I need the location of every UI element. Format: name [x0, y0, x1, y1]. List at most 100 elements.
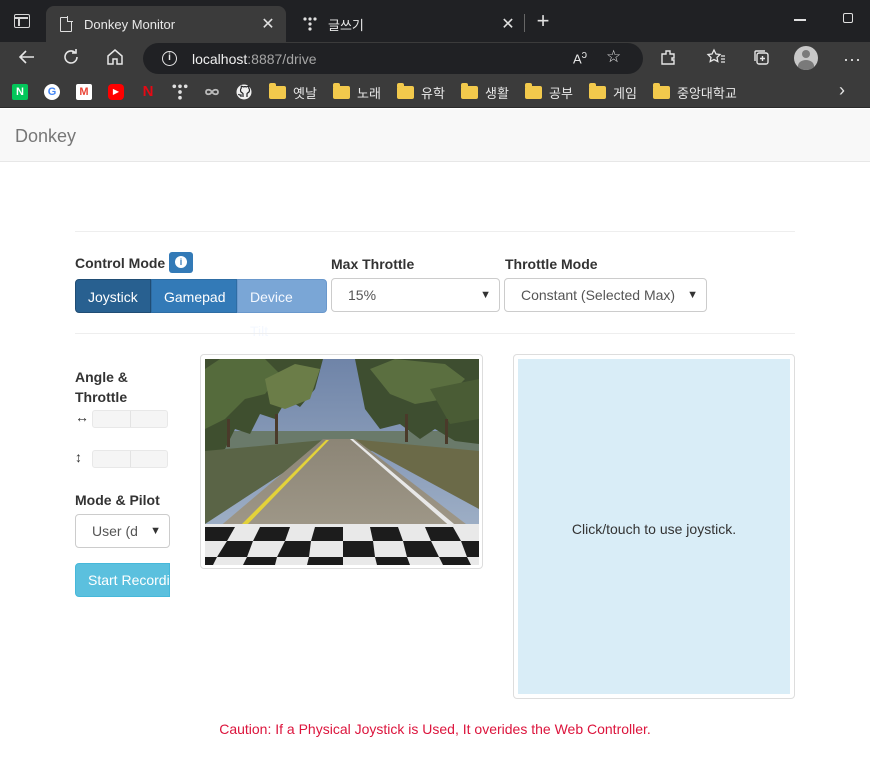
bookmark-folder-chungang[interactable]: 중앙대학교: [653, 82, 737, 101]
bookmarks-bar: N G M ▶ N 옛날 노래 유학 생활 공부 게임 중앙대학교 ›: [0, 76, 870, 108]
folder-icon: [333, 82, 350, 99]
max-throttle-label: Max Throttle: [331, 256, 415, 272]
document-icon: [58, 16, 74, 32]
tab-donkey-monitor[interactable]: Donkey Monitor ✕: [46, 6, 286, 42]
max-throttle-select[interactable]: 15% ▼: [331, 278, 500, 312]
bookmark-label: 생활: [485, 85, 509, 101]
back-icon[interactable]: [15, 48, 39, 70]
mode-pilot-select[interactable]: User (d ▼: [75, 514, 170, 548]
folder-icon: [589, 82, 606, 99]
folder-icon: [397, 82, 414, 99]
minimize-icon[interactable]: [794, 19, 806, 21]
refresh-icon[interactable]: [59, 48, 83, 70]
chevron-down-icon: ▼: [687, 289, 698, 301]
bookmark-folder-game[interactable]: 게임: [589, 82, 637, 101]
more-icon[interactable]: ···: [840, 48, 864, 70]
add-favorite-icon[interactable]: ☆: [606, 47, 621, 67]
max-throttle-value: 15%: [348, 287, 377, 303]
read-aloud-icon[interactable]: Aↄ: [573, 49, 587, 66]
collections-icon[interactable]: [749, 48, 773, 70]
bookmark-label: 중앙대학교: [677, 85, 737, 101]
address-bar: i localhost:8887/drive Aↄ ☆ ···: [0, 42, 870, 76]
site-info-icon[interactable]: i: [162, 51, 177, 66]
tistory-icon: [302, 16, 318, 32]
joystick-prompt: Click/touch to use joystick.: [571, 521, 737, 537]
divider: [75, 333, 795, 334]
throttle-progress: [92, 450, 168, 468]
bookmark-label: 옛날: [293, 85, 317, 101]
bookmark-tistory[interactable]: [172, 83, 188, 101]
bookmark-google[interactable]: G: [44, 83, 60, 101]
url-text: localhost:8887/drive: [192, 51, 317, 67]
folder-icon: [653, 82, 670, 99]
close-icon[interactable]: ✕: [496, 14, 520, 34]
bookmark-infinity[interactable]: [203, 83, 221, 101]
vertical-arrows-icon: ↕: [75, 449, 82, 465]
camera-feed-image: [205, 359, 479, 565]
throttle-mode-value: Constant (Selected Max): [521, 287, 676, 303]
bookmark-github[interactable]: [236, 83, 252, 101]
tistory-icon: [172, 84, 188, 100]
gamepad-mode-button[interactable]: Gamepad: [151, 279, 237, 313]
control-mode-group: Joystick Gamepad Device Tilt: [75, 279, 327, 339]
bookmark-folder-life[interactable]: 생활: [461, 82, 509, 101]
naver-icon: N: [12, 84, 28, 100]
horizontal-arrows-icon: ↔: [75, 409, 89, 425]
tab-separator: [524, 14, 525, 32]
device-tilt-mode-button[interactable]: Device Tilt: [237, 279, 327, 339]
window-controls: [780, 0, 870, 42]
bookmark-label: 게임: [613, 85, 637, 101]
infinity-icon: [205, 88, 219, 96]
bookmark-netflix[interactable]: N: [140, 83, 156, 101]
gmail-icon: M: [76, 84, 92, 100]
tab-title: 글쓰기: [328, 17, 364, 33]
angle-progress: [92, 410, 168, 428]
extensions-icon[interactable]: [656, 48, 680, 70]
bookmark-naver[interactable]: N: [12, 83, 28, 101]
control-mode-info-button[interactable]: i: [169, 252, 193, 273]
folder-icon: [525, 82, 542, 99]
start-recording-button[interactable]: Start Recording: [75, 563, 170, 597]
chevron-right-icon[interactable]: ›: [839, 80, 845, 101]
github-icon: [236, 84, 252, 100]
folder-icon: [461, 82, 478, 99]
chevron-down-icon: ▼: [480, 289, 491, 301]
bookmark-folder-study-abroad[interactable]: 유학: [397, 82, 445, 101]
tab-actions-icon[interactable]: [14, 14, 30, 28]
new-tab-icon[interactable]: +: [532, 10, 554, 32]
google-icon: G: [44, 84, 60, 100]
bookmark-folder-study[interactable]: 공부: [525, 82, 573, 101]
maximize-icon[interactable]: [843, 13, 853, 23]
profile-avatar[interactable]: [794, 46, 818, 70]
youtube-icon: ▶: [108, 84, 124, 100]
divider: [75, 231, 795, 232]
site-navbar: Donkey: [0, 109, 870, 162]
info-icon: i: [175, 256, 187, 268]
home-icon[interactable]: [103, 48, 127, 70]
bookmark-label: 노래: [357, 85, 381, 101]
caution-text: Caution: If a Physical Joystick is Used,…: [219, 721, 651, 737]
brand-link[interactable]: Donkey: [15, 126, 76, 147]
url-field[interactable]: i localhost:8887/drive Aↄ ☆: [143, 43, 643, 74]
control-mode-label: Control Mode: [75, 255, 166, 271]
bookmark-gmail[interactable]: M: [76, 83, 92, 101]
close-icon[interactable]: ✕: [256, 14, 280, 34]
favorites-icon[interactable]: [704, 48, 728, 70]
throttle-mode-select[interactable]: Constant (Selected Max) ▼: [504, 278, 707, 312]
angle-throttle-label: Angle & Throttle: [75, 369, 128, 405]
bookmark-youtube[interactable]: ▶: [108, 83, 124, 101]
bookmark-folder-old[interactable]: 옛날: [269, 82, 317, 101]
joystick-pad[interactable]: Click/touch to use joystick.: [518, 359, 790, 694]
joystick-panel: Click/touch to use joystick.: [513, 354, 795, 699]
camera-thumbnail: [200, 354, 483, 569]
tab-title: Donkey Monitor: [84, 16, 176, 32]
bookmark-label: 공부: [549, 85, 573, 101]
folder-icon: [269, 82, 286, 99]
browser-tab-bar: Donkey Monitor ✕ 글쓰기 ✕ +: [0, 0, 870, 42]
joystick-mode-button[interactable]: Joystick: [75, 279, 151, 313]
bookmark-folder-song[interactable]: 노래: [333, 82, 381, 101]
mode-pilot-value: User (d: [92, 523, 138, 539]
mode-pilot-label: Mode & Pilot: [75, 492, 160, 508]
tab-write[interactable]: 글쓰기 ✕: [290, 6, 526, 42]
netflix-icon: N: [142, 83, 154, 100]
